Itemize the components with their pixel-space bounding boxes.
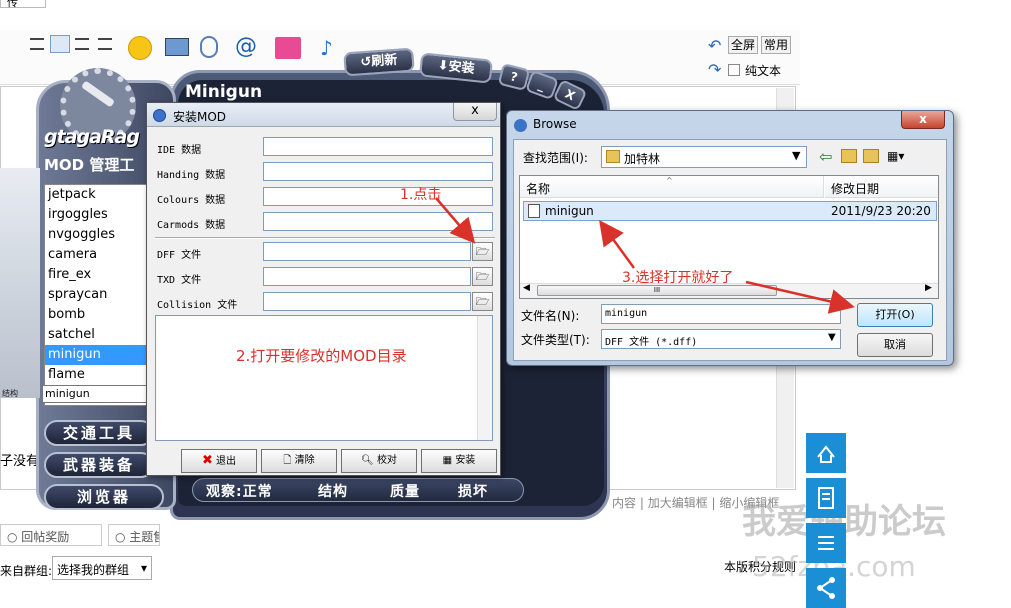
arrow-to-minigun-file [599, 219, 636, 269]
annotation-arrows [435, 197, 855, 314]
arrow-to-dff-browse [435, 197, 476, 244]
arrow-to-open-button [745, 280, 855, 314]
